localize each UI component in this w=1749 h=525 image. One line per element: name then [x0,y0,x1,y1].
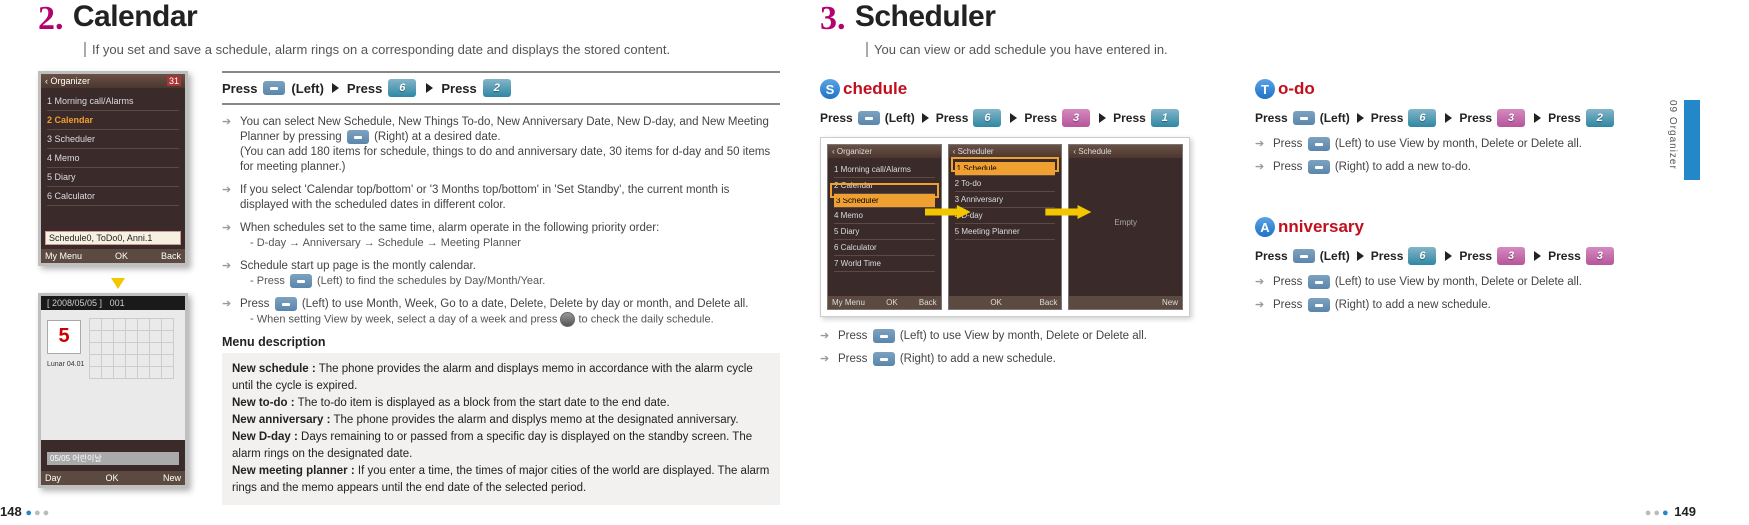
content-column: Press (Left) Press 6 Press 2 You can sel… [222,71,780,505]
bullet-item: Press (Right) to add a new schedule. [820,352,1225,367]
bullet-item: Schedule start up page is the montly cal… [222,259,780,289]
arrow-right-icon [1010,113,1017,123]
softkey-icon [873,352,895,366]
side-tab [1684,100,1700,180]
page-left: 2. Calendar If you set and save a schedu… [0,0,800,525]
subsection-schedule: Schedule [820,79,1225,99]
phone-screenshot-organizer: ‹ Organizer 1 Morning call/Alarms 2 Cale… [827,144,942,310]
arrow-right-icon [922,113,929,123]
circle-letter-icon: T [1255,79,1275,99]
bullet-item: Press (Left) to use View by month, Delet… [820,329,1225,344]
subsection-todo: To-do [1255,79,1660,99]
page-number-left: 148 ●●● [0,504,51,519]
page-right: 3. Scheduler You can view or add schedul… [800,0,1700,525]
softkey-icon [263,81,285,95]
menu-description-box: New schedule : The phone provides the al… [222,353,780,505]
manual-spread: 2. Calendar If you set and save a schedu… [0,0,1749,525]
side-label: 09 Organizer [1667,100,1678,170]
key-3-icon: 3 [1586,247,1614,265]
section-title: Scheduler [855,0,996,34]
softkey-icon [1308,275,1330,289]
softkey-icon [858,111,880,125]
press-sequence: Press(Left) Press6 Press3 Press3 [1255,247,1660,265]
arrow-right-icon [332,83,339,93]
key-3-icon: 3 [1497,247,1525,265]
circle-letter-icon: S [820,79,840,99]
arrow-right-icon [1534,251,1541,261]
schedule-column: Schedule Press(Left) Press6 Press3 Press… [820,71,1225,375]
softkey-icon [1308,137,1330,151]
arrow-down-icon [111,278,125,289]
softkey-icon [275,297,297,311]
phone-screenshot-row: ‹ Organizer 1 Morning call/Alarms 2 Cale… [820,137,1190,317]
softkey-icon [1293,249,1315,263]
bullet-item: When schedules set to the same time, ala… [222,221,780,251]
section-number: 3. [820,0,846,38]
key-6-icon: 6 [973,109,1001,127]
ok-button-icon [560,312,575,327]
bullet-list: Press (Left) to use View by month, Delet… [820,329,1225,367]
key-3-icon: 3 [1062,109,1090,127]
softkey-icon [1308,298,1330,312]
section-subtitle: You can view or add schedule you have en… [866,42,1660,57]
press-sequence: Press(Left) Press6 Press3 Press2 [1255,109,1660,127]
softkey-icon [347,130,369,144]
circle-letter-icon: A [1255,217,1275,237]
press-sequence: Press (Left) Press 6 Press 2 [222,71,780,105]
todo-anniversary-column: To-do Press(Left) Press6 Press3 Press2 P… [1255,71,1660,375]
key-6-icon: 6 [1408,247,1436,265]
key-3-icon: 3 [1497,109,1525,127]
arrow-right-icon [1534,113,1541,123]
bullet-item: You can select New Schedule, New Things … [222,115,780,175]
bullet-item: Press (Right) to add a new schedule. [1255,298,1660,313]
bullet-list: Press (Left) to use View by month, Delet… [1255,137,1660,175]
phone-screenshot-schedule: ‹ Schedule Empty New [1068,144,1183,310]
key-2-icon: 2 [1586,109,1614,127]
screenshot-column: ‹ Organizer 31 1 Morning call/Alarms 2 C… [38,71,198,505]
key-1-icon: 1 [1151,109,1179,127]
page-number-right: ●●● 149 [1645,504,1696,519]
arrow-right-icon [1357,113,1364,123]
bullet-item: Press (Right) to add a new to-do. [1255,160,1660,175]
menu-description-title: Menu description [222,335,780,349]
section-subtitle: If you set and save a schedule, alarm ri… [84,42,780,57]
section-header: 3. Scheduler [820,0,1660,38]
bullet-item: Press (Left) to use View by month, Delet… [1255,275,1660,290]
subsection-anniversary: Anniversary [1255,217,1660,237]
key-2-icon: 2 [483,79,511,97]
softkey-icon [1308,160,1330,174]
arrow-right-icon [1099,113,1106,123]
press-sequence: Press(Left) Press6 Press3 Press1 [820,109,1225,127]
section-header: 2. Calendar [38,0,780,38]
bullet-item: If you select 'Calendar top/bottom' or '… [222,183,780,213]
softkey-icon [873,329,895,343]
section-title: Calendar [73,0,197,34]
key-6-icon: 6 [388,79,416,97]
bullet-item: Press (Left) to use View by month, Delet… [1255,137,1660,152]
arrow-right-icon [1445,113,1452,123]
arrow-right-icon [426,83,433,93]
section-number: 2. [38,0,64,38]
phone-screenshot-organizer: ‹ Organizer 31 1 Morning call/Alarms 2 C… [38,71,188,266]
bullet-item: Press (Left) to use Month, Week, Go to a… [222,297,780,327]
phone-screenshot-calendar: [ 2008/05/05 ] 001 5 Lunar 04.01 05/05 어… [38,293,188,488]
arrow-right-icon [1357,251,1364,261]
bullet-list: Press (Left) to use View by month, Delet… [1255,275,1660,313]
arrow-right-icon [1445,251,1452,261]
key-6-icon: 6 [1408,109,1436,127]
softkey-icon [290,274,312,288]
softkey-icon [1293,111,1315,125]
phone-screenshot-scheduler: ‹ Scheduler 1 Schedule 2 To-do 3 Anniver… [948,144,1063,310]
bullet-list: You can select New Schedule, New Things … [222,115,780,327]
